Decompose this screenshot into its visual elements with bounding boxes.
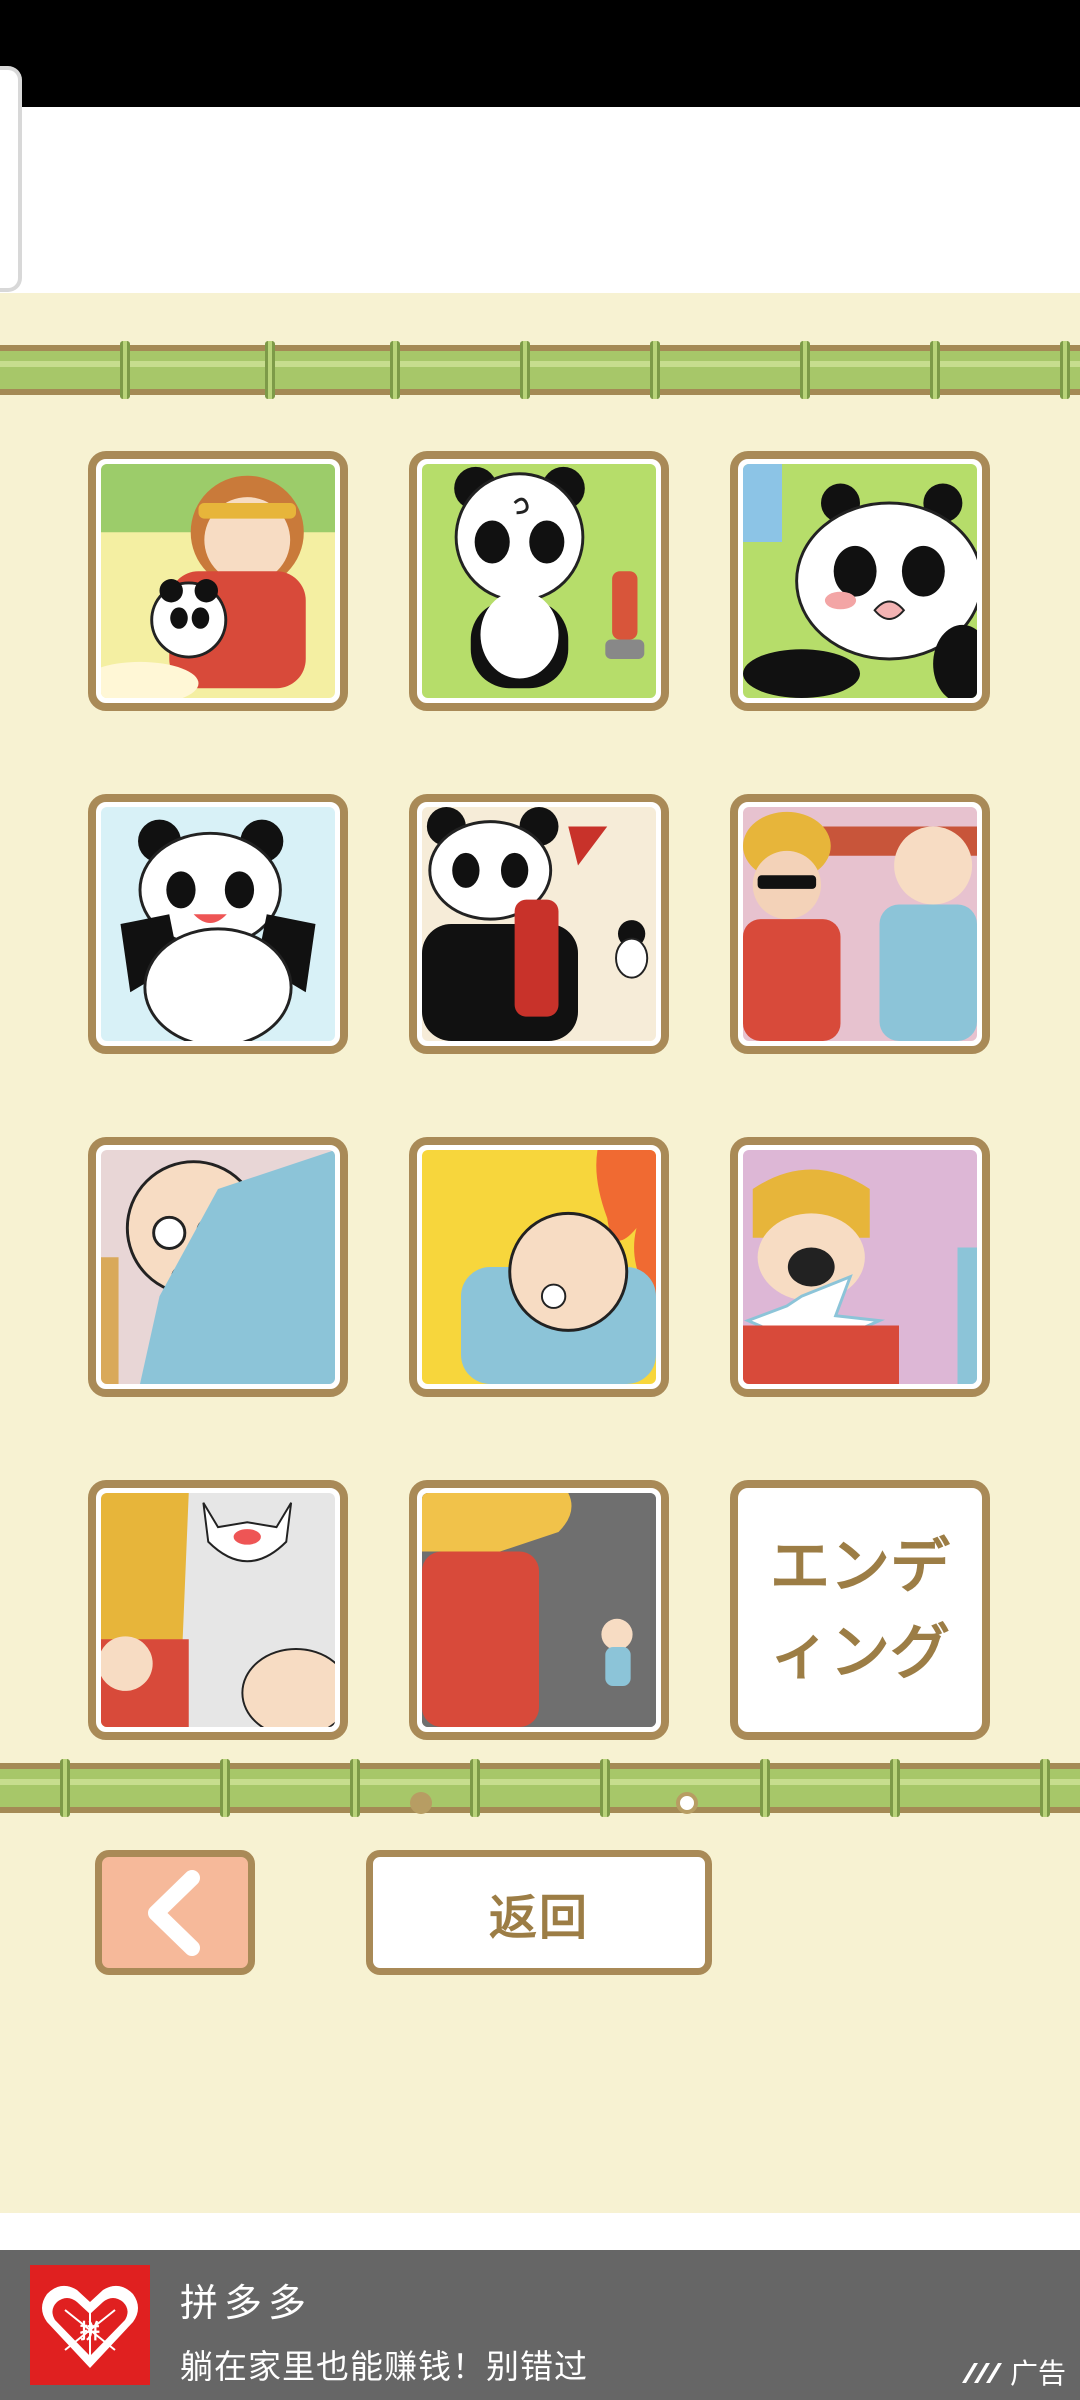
ad-banner[interactable]: 拼 拼多多 躺在家里也能赚钱！别错过 广告 xyxy=(0,2250,1080,2400)
page-indicator-1[interactable] xyxy=(410,1792,432,1814)
gallery-tile-8[interactable] xyxy=(409,1137,669,1397)
gallery-tile-7[interactable] xyxy=(88,1137,348,1397)
monkey-king-panda-illustration xyxy=(101,464,335,698)
gallery-tile-9[interactable] xyxy=(730,1137,990,1397)
ad-description: 躺在家里也能赚钱！别错过 xyxy=(180,2347,588,2386)
bamboo-top-divider xyxy=(0,341,1080,399)
ad-spacer xyxy=(0,2213,1080,2250)
gallery-tile-10[interactable] xyxy=(88,1480,348,1740)
ad-badge-label: 广告 xyxy=(1009,2357,1066,2390)
angry-cat-illustration xyxy=(101,1493,335,1727)
ending-label: エンデ ィング xyxy=(770,1532,950,1688)
side-drawer-handle[interactable] xyxy=(0,66,22,292)
two-workers-illustration xyxy=(743,807,977,1041)
crying-panda-illustration xyxy=(743,464,977,698)
happy-panda-illustration xyxy=(101,807,335,1041)
gallery-tile-3[interactable] xyxy=(730,451,990,711)
shouting-worker-illustration xyxy=(743,1150,977,1384)
dizzy-worker-illustration xyxy=(101,1150,335,1384)
ending-tile[interactable]: エンデ ィング xyxy=(730,1480,990,1740)
gallery-tile-11[interactable] xyxy=(409,1480,669,1740)
pinduoduo-logo: 拼 xyxy=(30,2265,150,2385)
ad-badge: 广告 xyxy=(960,2352,1066,2392)
previous-page-button[interactable] xyxy=(95,1850,255,1975)
dog-and-worker-illustration xyxy=(422,1493,656,1727)
gallery-tile-6[interactable] xyxy=(730,794,990,1054)
bamboo-bottom-divider xyxy=(0,1759,1080,1817)
gallery-tile-5[interactable] xyxy=(409,794,669,1054)
status-bar xyxy=(0,0,1080,107)
panda-extinguisher-illustration xyxy=(422,807,656,1041)
top-blank-area xyxy=(0,107,1080,293)
page-indicator-2[interactable] xyxy=(676,1792,698,1814)
gallery-tile-4[interactable] xyxy=(88,794,348,1054)
chevron-left-icon xyxy=(148,1869,200,1956)
gallery-tile-1[interactable] xyxy=(88,451,348,711)
gallery-tile-2[interactable] xyxy=(409,451,669,711)
worker-fire-illustration xyxy=(422,1150,656,1384)
back-button[interactable]: 返回 xyxy=(366,1850,712,1975)
svg-text:拼: 拼 xyxy=(80,2319,100,2343)
dizzy-panda-illustration xyxy=(422,464,656,698)
ad-title: 拼多多 xyxy=(180,2281,313,2325)
ad-network-icon xyxy=(961,2363,1002,2383)
back-button-label: 返回 xyxy=(488,1889,589,1946)
